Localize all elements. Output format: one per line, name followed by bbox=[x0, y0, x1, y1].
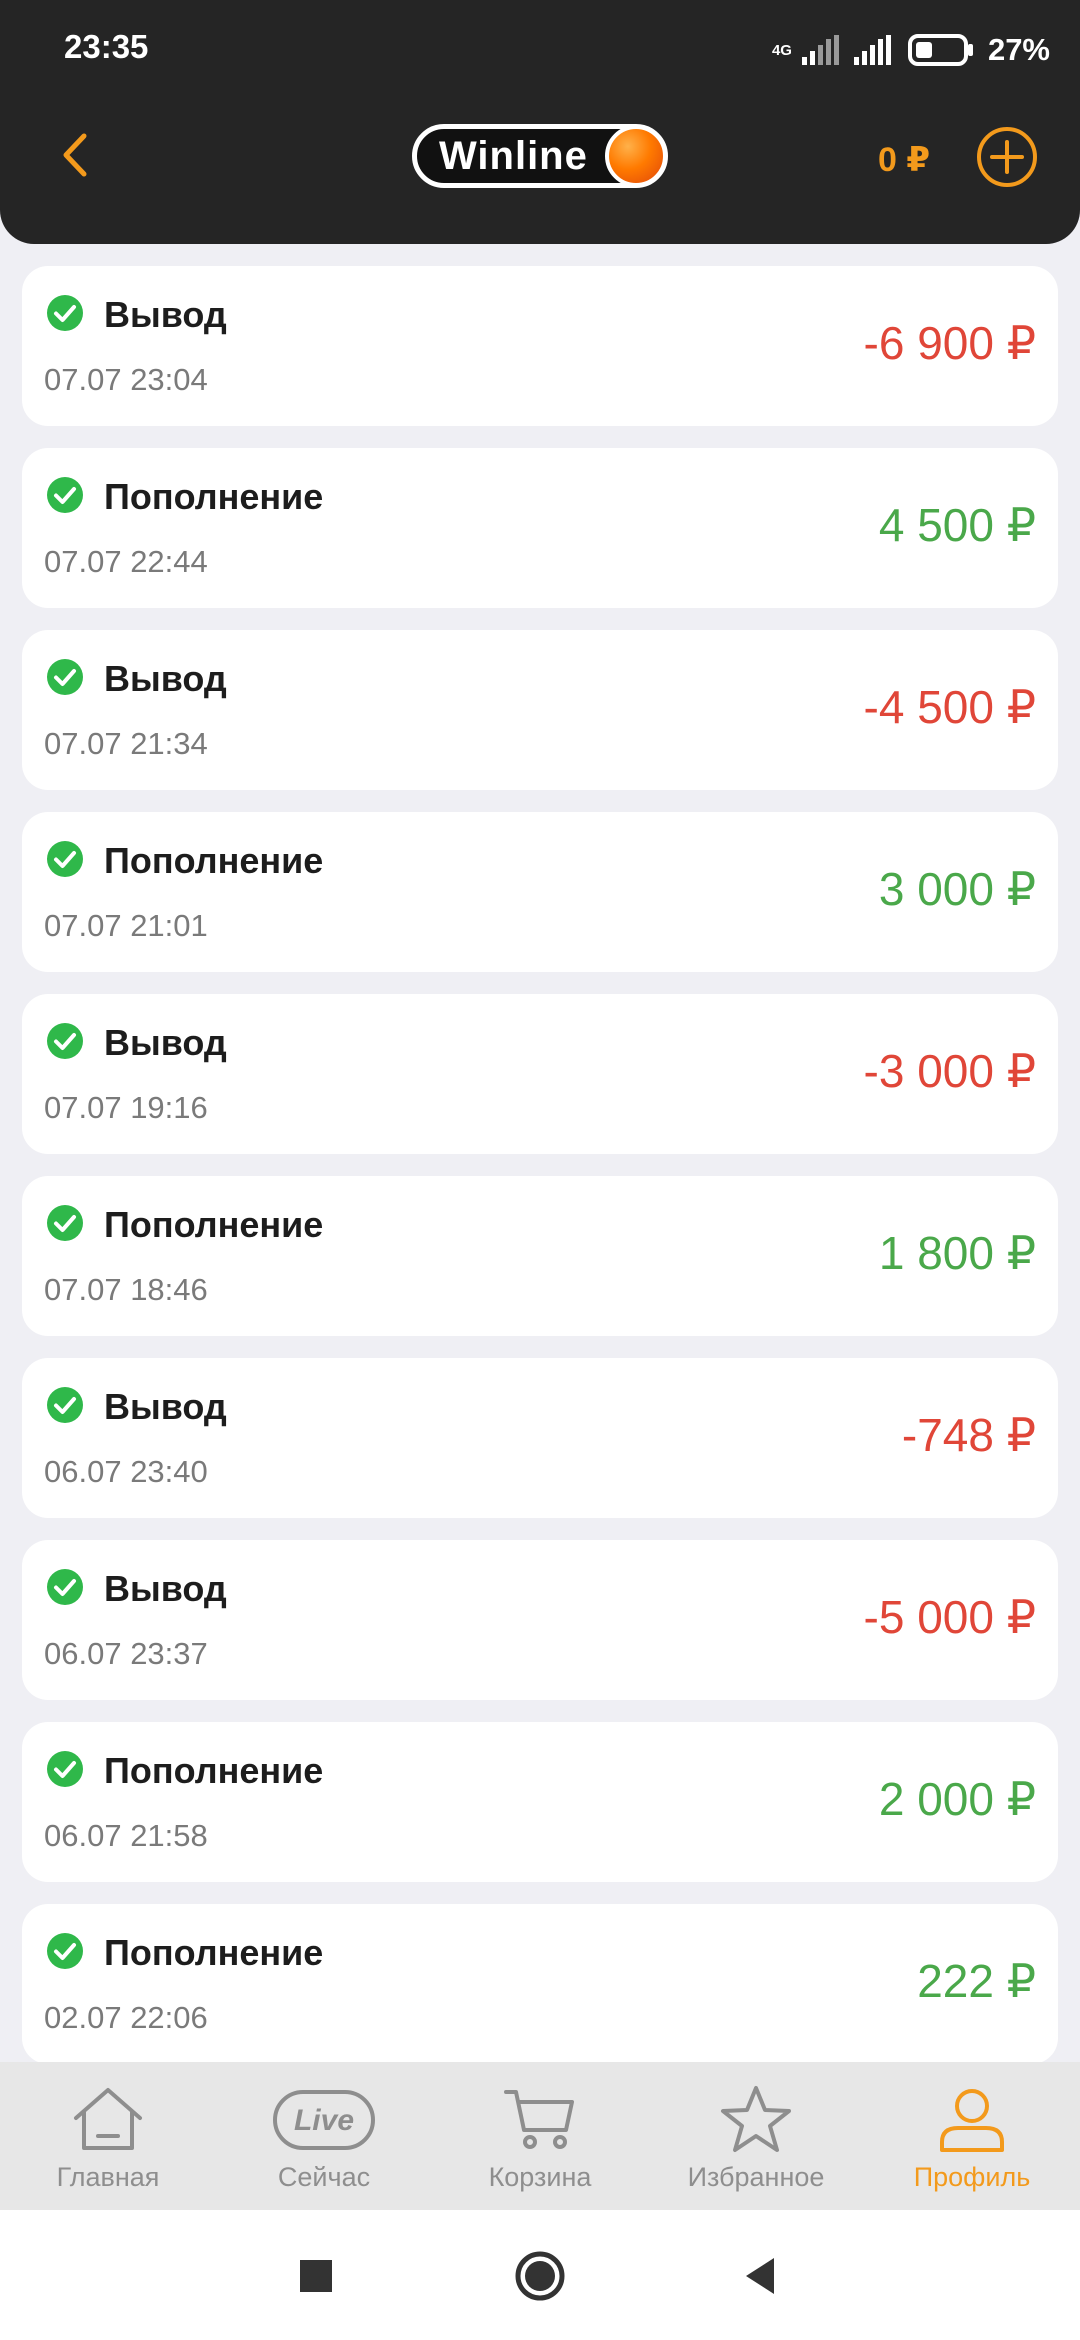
logo-ball-icon bbox=[605, 125, 667, 187]
balance[interactable]: 0 ₽ bbox=[878, 140, 930, 180]
transaction-amount: 222 ₽ bbox=[917, 1955, 1036, 2007]
transaction-type: Вывод bbox=[104, 1022, 227, 1063]
logo-text: Winline bbox=[439, 133, 588, 178]
success-check-icon bbox=[47, 477, 83, 513]
transaction-type: Вывод bbox=[104, 1568, 227, 1609]
transaction-card[interactable]: Вывод 07.07 19:16 -3 000 ₽ bbox=[22, 994, 1058, 1154]
transaction-card[interactable]: Вывод 06.07 23:40 -748 ₽ bbox=[22, 1358, 1058, 1518]
transaction-datetime: 07.07 21:34 bbox=[44, 726, 208, 761]
transaction-amount: 4 500 ₽ bbox=[878, 499, 1036, 551]
transaction-amount: -6 900 ₽ bbox=[863, 317, 1036, 369]
transaction-card[interactable]: Вывод 07.07 23:04 -6 900 ₽ bbox=[22, 266, 1058, 426]
transaction-datetime: 07.07 22:44 bbox=[44, 544, 208, 579]
transaction-datetime: 07.07 21:01 bbox=[44, 908, 208, 943]
transaction-amount: 3 000 ₽ bbox=[878, 863, 1036, 915]
transaction-datetime: 06.07 23:40 bbox=[44, 1454, 208, 1489]
nav-label: Корзина bbox=[488, 2162, 592, 2192]
back-arrow-icon[interactable] bbox=[56, 130, 96, 180]
nav-home[interactable]: Главная bbox=[0, 2062, 216, 2210]
back-triangle-icon[interactable] bbox=[740, 2254, 784, 2298]
bottom-nav: Главная Live Сейчас Корзина Избранное Пр… bbox=[0, 2062, 1080, 2210]
success-check-icon bbox=[47, 841, 83, 877]
status-time: 23:35 bbox=[64, 28, 149, 65]
nav-label: Главная bbox=[56, 2162, 160, 2192]
nav-label: Сейчас bbox=[277, 2162, 371, 2192]
transaction-amount: -5 000 ₽ bbox=[863, 1591, 1036, 1643]
transaction-card[interactable]: Вывод 06.07 23:37 -5 000 ₽ bbox=[22, 1540, 1058, 1700]
profile-icon bbox=[940, 2089, 1004, 2152]
success-check-icon bbox=[47, 1205, 83, 1241]
transaction-datetime: 07.07 18:46 bbox=[44, 1272, 208, 1307]
status-icons: 4G 27% bbox=[772, 28, 1050, 72]
transaction-datetime: 07.07 19:16 bbox=[44, 1090, 208, 1125]
transaction-datetime: 02.07 22:06 bbox=[44, 2000, 208, 2035]
transaction-type: Пополнение bbox=[104, 1750, 324, 1791]
transaction-card[interactable]: Пополнение 07.07 18:46 1 800 ₽ bbox=[22, 1176, 1058, 1336]
transaction-card[interactable]: Пополнение 07.07 21:01 3 000 ₽ bbox=[22, 812, 1058, 972]
transaction-amount: -4 500 ₽ bbox=[863, 681, 1036, 733]
transaction-list: Вывод 07.07 23:04 -6 900 ₽ Пополнение 07… bbox=[22, 266, 1058, 2086]
system-nav-bar bbox=[0, 2210, 1080, 2340]
transaction-type: Пополнение bbox=[104, 1204, 324, 1245]
home-icon bbox=[74, 2088, 142, 2150]
nav-favorites[interactable]: Избранное bbox=[648, 2062, 864, 2210]
success-check-icon bbox=[47, 295, 83, 331]
svg-text:Live: Live bbox=[294, 2104, 354, 2137]
network-type: 4G bbox=[771, 41, 792, 59]
nav-live[interactable]: Live Сейчас bbox=[216, 2062, 432, 2210]
transaction-amount: 2 000 ₽ bbox=[878, 1773, 1036, 1825]
success-check-icon bbox=[47, 1387, 83, 1423]
signal-icon bbox=[801, 35, 839, 65]
success-check-icon bbox=[47, 1023, 83, 1059]
transaction-card[interactable]: Пополнение 06.07 21:58 2 000 ₽ bbox=[22, 1722, 1058, 1882]
battery-percent: 27% bbox=[987, 32, 1050, 67]
transaction-card[interactable]: Вывод 07.07 21:34 -4 500 ₽ bbox=[22, 630, 1058, 790]
winline-logo: Winline bbox=[412, 124, 668, 188]
success-check-icon bbox=[47, 1933, 83, 1969]
success-check-icon bbox=[47, 1569, 83, 1605]
star-icon bbox=[721, 2086, 791, 2152]
transaction-amount: -748 ₽ bbox=[901, 1409, 1036, 1461]
battery-icon bbox=[907, 34, 973, 66]
nav-cart[interactable]: Корзина bbox=[432, 2062, 648, 2210]
success-check-icon bbox=[47, 659, 83, 695]
transaction-datetime: 06.07 23:37 bbox=[44, 1636, 208, 1671]
success-check-icon bbox=[47, 1751, 83, 1787]
live-icon: Live bbox=[273, 2090, 375, 2150]
nav-profile[interactable]: Профиль bbox=[864, 2062, 1080, 2210]
transaction-type: Пополнение bbox=[104, 1932, 324, 1973]
nav-label: Избранное bbox=[687, 2162, 825, 2192]
transaction-amount: -3 000 ₽ bbox=[863, 1045, 1036, 1097]
home-circle-icon[interactable] bbox=[514, 2250, 566, 2302]
recents-square-icon[interactable] bbox=[294, 2254, 338, 2298]
transaction-card[interactable]: Пополнение 02.07 22:06 222 ₽ bbox=[22, 1904, 1058, 2064]
transaction-type: Вывод bbox=[104, 658, 227, 699]
app-header: 23:35 4G 27% Winline 0 ₽ bbox=[0, 0, 1080, 244]
transaction-amount: 1 800 ₽ bbox=[878, 1227, 1036, 1279]
transaction-datetime: 07.07 23:04 bbox=[44, 362, 208, 397]
signal-icon-2 bbox=[853, 35, 891, 65]
deposit-plus-icon[interactable] bbox=[976, 126, 1038, 188]
transaction-card[interactable]: Пополнение 07.07 22:44 4 500 ₽ bbox=[22, 448, 1058, 608]
transaction-type: Вывод bbox=[104, 1386, 227, 1427]
transaction-type: Вывод bbox=[104, 294, 227, 335]
cart-icon bbox=[504, 2090, 574, 2149]
transaction-type: Пополнение bbox=[104, 476, 324, 517]
transaction-type: Пополнение bbox=[104, 840, 324, 881]
nav-label: Профиль bbox=[913, 2162, 1031, 2192]
transaction-datetime: 06.07 21:58 bbox=[44, 1818, 208, 1853]
